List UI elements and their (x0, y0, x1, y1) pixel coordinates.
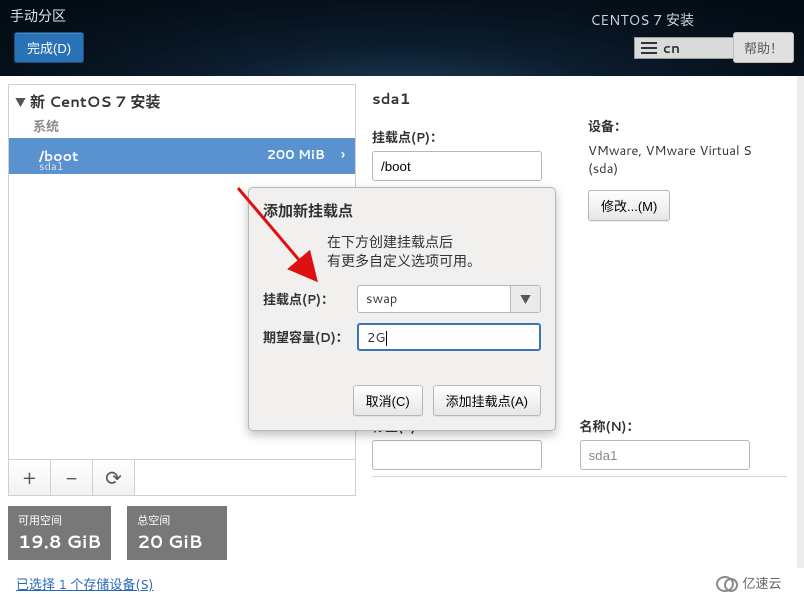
available-space-label: 可用空间 (18, 512, 101, 528)
tree-button-bar: + − ⟳ (9, 459, 355, 495)
dialog-mount-value: swap (358, 286, 510, 312)
refresh-button[interactable]: ⟳ (93, 460, 135, 495)
keyboard-icon (641, 42, 657, 54)
dialog-capacity-label: 期望容量(D)： (263, 327, 357, 347)
chevron-down-icon: ▼ (15, 94, 26, 110)
dialog-capacity-input[interactable]: 2G (357, 323, 541, 351)
dialog-desc-line2: 有更多自定义选项可用。 (327, 252, 541, 271)
total-space-label: 总空间 (137, 512, 217, 528)
add-mount-point-button[interactable]: 添加挂载点(A) (433, 385, 541, 416)
refresh-icon: ⟳ (105, 464, 122, 492)
partition-device: sda1 (39, 158, 64, 174)
add-partition-button[interactable]: + (9, 460, 51, 495)
dialog-mount-combo[interactable]: swap ▼ (357, 285, 541, 313)
chevron-right-icon: › (341, 146, 345, 164)
product-title: CENTOS 7 安装 (590, 10, 694, 30)
partition-size: 200 MiB (267, 146, 325, 164)
tree-root-row[interactable]: ▼ 新 CentOS 7 安装 (9, 85, 355, 114)
label-input[interactable] (372, 440, 542, 470)
total-space-value: 20 GiB (137, 528, 202, 554)
device-value: VMware, VMware Virtual S (sda) (588, 142, 768, 178)
space-summary: 可用空间 19.8 GiB 总空间 20 GiB (8, 506, 356, 560)
selected-partition-title: sda1 (372, 88, 787, 109)
page-title: 手动分区 (10, 6, 66, 26)
scrollbar[interactable] (797, 76, 804, 598)
available-space-value: 19.8 GiB (18, 528, 101, 554)
available-space-box: 可用空间 19.8 GiB (8, 506, 111, 560)
plus-icon: + (23, 464, 37, 492)
name-input[interactable] (580, 440, 750, 470)
help-button[interactable]: 帮助！ (733, 32, 794, 63)
modify-device-button[interactable]: 修改...(M) (588, 190, 670, 221)
tree-root-label: 新 CentOS 7 安装 (30, 91, 160, 112)
cancel-button[interactable]: 取消(C) (353, 385, 423, 416)
installer-header: 手动分区 完成(D) CENTOS 7 安装 cn 帮助！ (0, 0, 804, 76)
divider (372, 476, 787, 477)
storage-devices-link[interactable]: 已选择 1 个存储设备(S) (16, 574, 153, 594)
tree-group: 系统 (9, 114, 355, 138)
device-label: 设备： (588, 116, 768, 136)
partition-row-boot[interactable]: /boot sda1 200 MiB › (9, 138, 355, 174)
keyboard-layout-label: cn (663, 38, 680, 58)
mount-point-input[interactable] (372, 151, 542, 181)
name-field-label: 名称(N)： (580, 416, 788, 436)
watermark-text: 亿速云 (742, 573, 781, 593)
add-mount-point-dialog: 添加新挂载点 在下方创建挂载点后 有更多自定义选项可用。 挂载点(P)： swa… (248, 187, 556, 431)
minus-icon: − (66, 463, 77, 493)
done-button[interactable]: 完成(D) (14, 32, 84, 63)
keyboard-indicator[interactable]: cn (634, 37, 734, 59)
cloud-icon (716, 575, 738, 591)
dialog-mount-label: 挂载点(P)： (263, 289, 357, 309)
chevron-down-icon[interactable]: ▼ (510, 286, 540, 312)
device-section: 设备： VMware, VMware Virtual S (sda) 修改...… (588, 116, 768, 221)
remove-partition-button[interactable]: − (51, 460, 93, 495)
dialog-description: 在下方创建挂载点后 有更多自定义选项可用。 (327, 233, 541, 271)
dialog-desc-line1: 在下方创建挂载点后 (327, 233, 541, 252)
total-space-box: 总空间 20 GiB (127, 506, 227, 560)
watermark: 亿速云 (694, 568, 804, 598)
dialog-title: 添加新挂载点 (263, 200, 541, 221)
